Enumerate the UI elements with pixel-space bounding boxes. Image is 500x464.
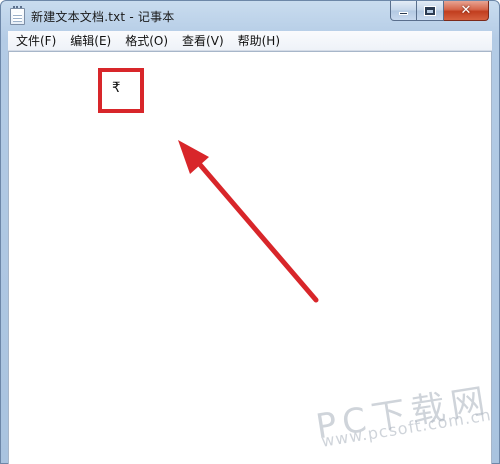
menu-help[interactable]: 帮助(H) <box>231 31 287 51</box>
minimize-button[interactable] <box>390 1 417 21</box>
menu-format[interactable]: 格式(O) <box>118 31 175 51</box>
window-title: 新建文本文档.txt - 记事本 <box>31 10 175 24</box>
title-bar[interactable]: 新建文本文档.txt - 记事本 ✕ <box>1 1 499 31</box>
minimize-icon <box>399 12 408 15</box>
notepad-icon[interactable] <box>10 6 25 25</box>
maximize-icon <box>425 6 435 15</box>
menu-view[interactable]: 查看(V) <box>175 31 231 51</box>
menu-file[interactable]: 文件(F) <box>8 31 63 51</box>
close-button[interactable]: ✕ <box>444 1 489 21</box>
menu-edit[interactable]: 编辑(E) <box>63 31 118 51</box>
maximize-button[interactable] <box>417 1 444 21</box>
highlight-box <box>98 68 144 113</box>
menu-bar: 文件(F) 编辑(E) 格式(O) 查看(V) 帮助(H) <box>8 31 492 51</box>
close-icon: ✕ <box>460 3 472 18</box>
caption-buttons: ✕ <box>390 1 489 21</box>
